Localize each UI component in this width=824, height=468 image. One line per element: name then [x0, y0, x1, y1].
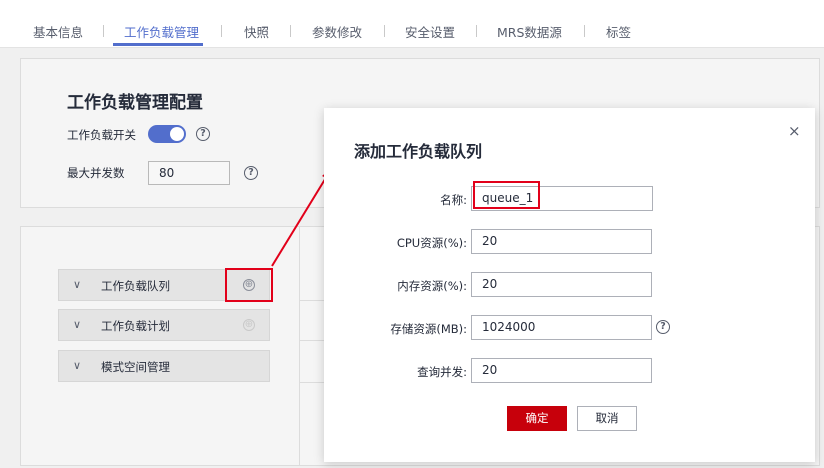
- memory-resource-input[interactable]: 20: [471, 272, 652, 297]
- field-label-storage: 存储资源(MB):: [390, 322, 467, 336]
- storage-resource-input[interactable]: 1024000: [471, 315, 652, 340]
- field-label-memory: 内存资源(%):: [397, 279, 467, 293]
- help-icon[interactable]: ?: [656, 320, 670, 334]
- cpu-resource-input[interactable]: 20: [471, 229, 652, 254]
- field-label-query-concurrency: 查询并发:: [417, 365, 467, 379]
- cancel-button[interactable]: 取消: [577, 406, 637, 431]
- field-label-cpu: CPU资源(%):: [396, 236, 467, 250]
- confirm-button[interactable]: 确定: [507, 406, 567, 431]
- add-queue-dialog: 添加工作负载队列 × 名称: queue_1 CPU资源(%): 20 内存资源…: [324, 108, 815, 462]
- dialog-title: 添加工作负载队列: [354, 142, 483, 161]
- query-concurrency-input[interactable]: 20: [471, 358, 652, 383]
- field-label-name: 名称:: [440, 193, 467, 207]
- close-icon[interactable]: ×: [788, 122, 801, 140]
- annotation-box: [473, 181, 540, 209]
